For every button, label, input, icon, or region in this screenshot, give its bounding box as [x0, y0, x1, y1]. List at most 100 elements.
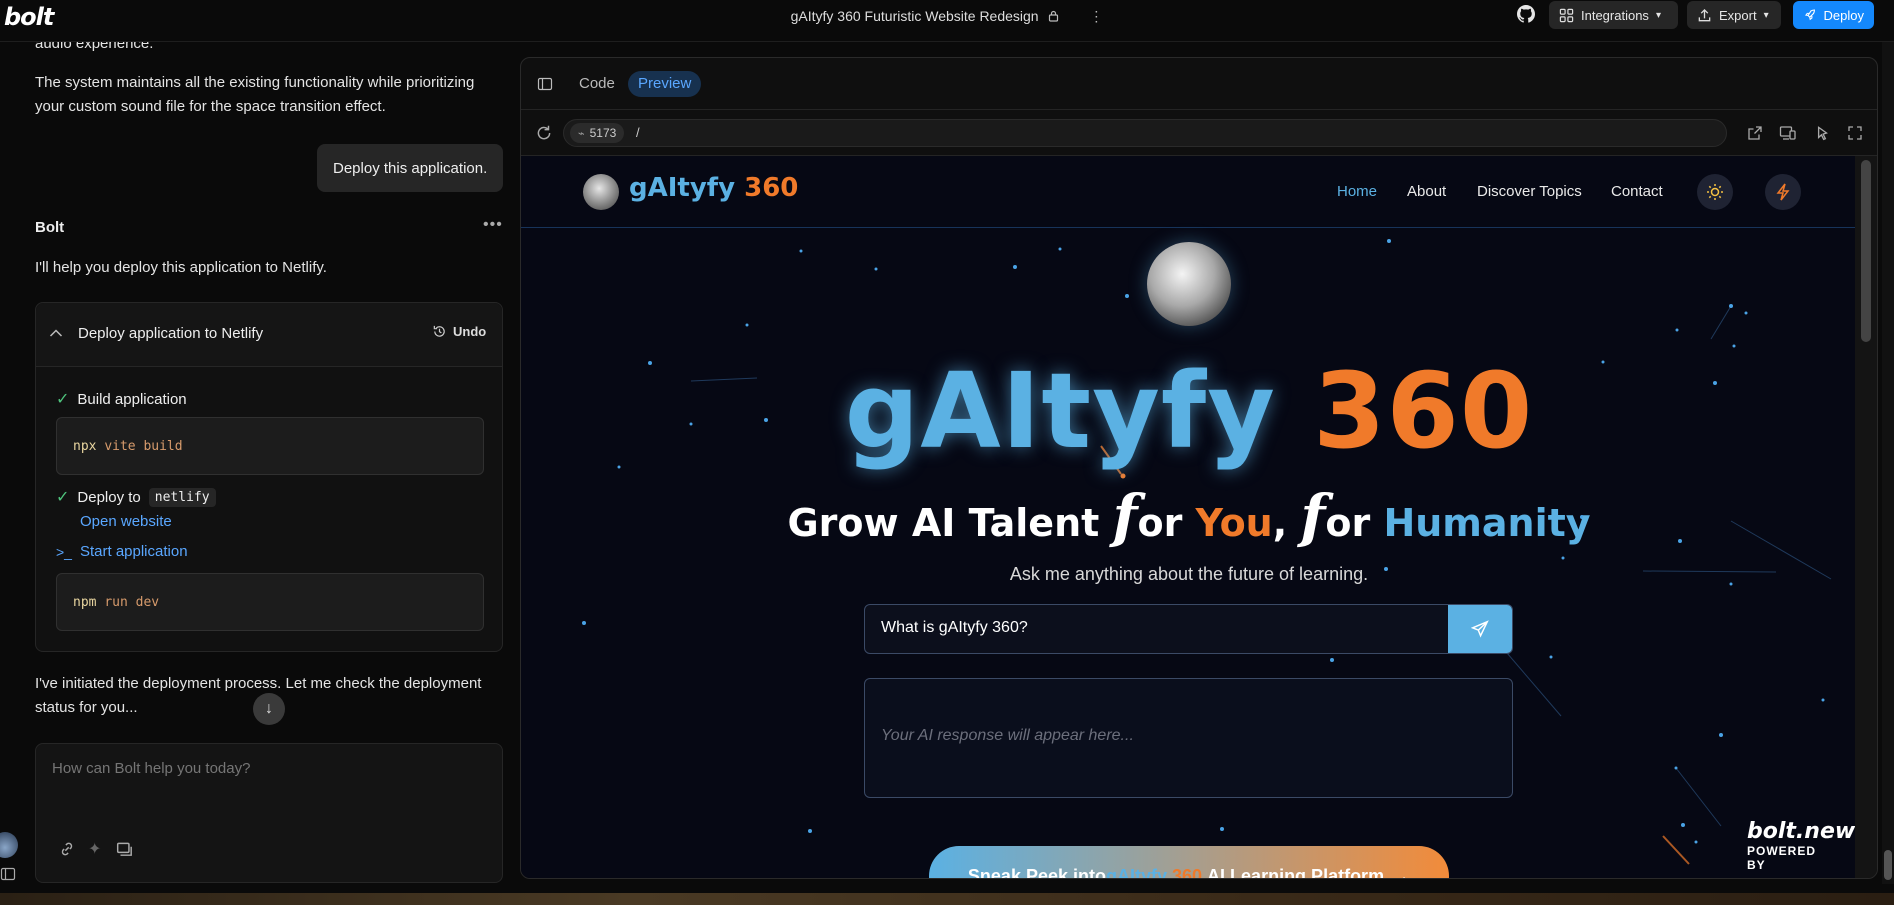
hero-tagline: Grow AI Talent for You, for Humanity	[521, 482, 1857, 550]
artifact-title: Deploy application to Netlify	[78, 325, 264, 342]
step-deploy-label: Deploy to	[77, 488, 141, 506]
preview-scrollbar[interactable]	[1855, 156, 1877, 878]
tagline-or-1: or	[1137, 501, 1196, 545]
nav-home[interactable]: Home	[1337, 183, 1377, 200]
response-placeholder: Your AI response will appear here...	[881, 727, 1134, 744]
artifact-header[interactable]: Deploy application to Netlify Undo	[36, 303, 502, 367]
command-args: run dev	[104, 594, 160, 610]
tagline-comma: ,	[1272, 501, 1301, 545]
deploy-label: Deploy	[1823, 7, 1864, 23]
arrow-right-icon: →	[1392, 865, 1411, 879]
deploy-button[interactable]: Deploy	[1793, 1, 1874, 29]
start-application-link[interactable]: Start application	[80, 543, 188, 560]
nav-about[interactable]: About	[1407, 183, 1446, 200]
address-field[interactable]: ⌁ 5173 /	[563, 119, 1727, 147]
sneak-peek-button[interactable]: Sneak Peek into gAItyfy 360 AI Learning …	[929, 846, 1449, 879]
sidebar-toggle-icon[interactable]	[537, 76, 553, 97]
plug-icon: ⌁	[578, 127, 585, 140]
integrations-button[interactable]: Integrations ▾	[1549, 1, 1678, 29]
deploy-artifact-card: Deploy application to Netlify Undo ✓ Bui…	[35, 302, 503, 652]
command-args: vite build	[104, 438, 183, 454]
url-path: /	[636, 125, 640, 140]
chat-bubbles-icon[interactable]	[116, 840, 134, 863]
undo-label: Undo	[453, 324, 487, 339]
cta-brand-b: 360	[1167, 865, 1208, 879]
scroll-down-button[interactable]: ↓	[253, 693, 285, 725]
assistant-message: I'll help you deploy this application to…	[35, 259, 327, 276]
rocket-icon	[1804, 8, 1815, 20]
chevron-up-icon[interactable]	[49, 325, 63, 343]
check-icon: ✓	[56, 489, 70, 506]
brand-part-a: gAItyfy	[629, 173, 736, 203]
nav-discover-topics[interactable]: Discover Topics	[1477, 183, 1582, 200]
ai-response-box: Your AI response will appear here...	[864, 678, 1513, 798]
pointer-icon[interactable]	[1813, 124, 1831, 147]
chat-input-box[interactable]: ✦	[35, 743, 503, 883]
hero-title-b: 360	[1313, 350, 1534, 472]
site-logo[interactable]	[583, 174, 619, 210]
site-brand[interactable]: gAItyfy 360	[629, 173, 798, 203]
project-title[interactable]: gAItyfy 360 Futuristic Website Redesign	[791, 8, 1039, 24]
sparkle-icon[interactable]: ✦	[88, 839, 101, 859]
refresh-icon[interactable]	[535, 124, 553, 147]
send-button[interactable]	[1448, 605, 1512, 653]
bolt-badge[interactable]: bolt.new POWERED BY	[1747, 820, 1855, 873]
send-icon	[1471, 620, 1489, 638]
bolt-logo[interactable]: bolt	[4, 3, 54, 31]
tagline-part-1: Grow AI Talent	[787, 501, 1113, 545]
open-website-link[interactable]: Open website	[80, 513, 172, 530]
github-icon[interactable]	[1517, 5, 1536, 28]
cta-part-2: AI Learning Platform	[1207, 865, 1385, 879]
workbench-tabs: Code Preview	[521, 58, 1877, 110]
desktop-dock-strip	[0, 893, 1894, 905]
link-icon[interactable]	[58, 840, 76, 863]
sun-icon	[1707, 184, 1723, 200]
site-navbar: gAItyfy 360 Home About Discover Topics C…	[521, 156, 1857, 228]
step-deploy: ✓ Deploy to netlify	[56, 487, 216, 507]
workbench-panel: Code Preview ⌁ 5173 / gAItyfy 360 Home A…	[520, 57, 1878, 879]
tagline-humanity: Humanity	[1383, 501, 1591, 545]
scrollbar-thumb[interactable]	[1861, 160, 1871, 342]
undo-button[interactable]: Undo	[432, 324, 486, 339]
fullscreen-icon[interactable]	[1847, 125, 1863, 146]
tab-code[interactable]: Code	[569, 71, 625, 97]
url-bar: ⌁ 5173 /	[521, 110, 1877, 156]
step-build-label: Build application	[77, 390, 187, 408]
export-button[interactable]: Export ▾	[1687, 1, 1781, 29]
assistant-name: Bolt	[35, 219, 65, 236]
window-scrollbar[interactable]	[1882, 42, 1894, 884]
cta-brand-a: gAItyfy	[1105, 865, 1167, 879]
site-preview: gAItyfy 360 Home About Discover Topics C…	[521, 156, 1857, 879]
upload-icon	[1698, 8, 1711, 21]
grid-icon	[1559, 8, 1574, 22]
export-label: Export	[1719, 7, 1757, 23]
ask-input[interactable]	[881, 619, 1441, 637]
bolt-badge-powered: POWERED BY	[1747, 844, 1817, 872]
arrow-down-icon: ↓	[265, 700, 273, 717]
netlify-code: netlify	[148, 487, 216, 507]
more-horizontal-icon[interactable]: •••	[483, 216, 503, 234]
chat-panel: audio experience. The system maintains a…	[0, 42, 520, 905]
top-bar: bolt gAItyfy 360 Futuristic Website Rede…	[0, 0, 1894, 42]
history-icon	[433, 325, 445, 337]
tagline-you: You	[1195, 501, 1273, 545]
nav-contact[interactable]: Contact	[1611, 183, 1663, 200]
tagline-f2: f	[1300, 482, 1326, 550]
device-icon[interactable]	[1779, 125, 1797, 146]
theme-toggle-button[interactable]	[1697, 174, 1733, 210]
port-badge[interactable]: ⌁ 5173	[570, 123, 625, 143]
effects-button[interactable]	[1765, 174, 1801, 210]
lock-icon	[1048, 9, 1059, 25]
sidebar-toggle-icon[interactable]	[0, 866, 16, 887]
external-link-icon[interactable]	[1747, 125, 1763, 146]
more-vertical-icon[interactable]: ⋮	[1089, 8, 1103, 25]
hero-title: gAItyfy 360	[521, 356, 1857, 466]
chat-input[interactable]	[52, 760, 482, 820]
window-scrollbar-thumb[interactable]	[1884, 850, 1892, 880]
tagline-or-2: or	[1325, 501, 1384, 545]
build-command-box: npx vite build	[56, 417, 484, 475]
ask-box	[864, 604, 1513, 654]
step-build: ✓ Build application	[56, 389, 187, 409]
terminal-icon: >_	[56, 543, 72, 560]
tab-preview[interactable]: Preview	[628, 71, 702, 97]
